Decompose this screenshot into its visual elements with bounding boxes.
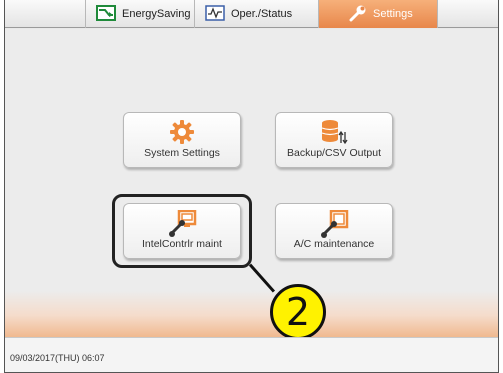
tab-settings-label: Settings [373, 8, 413, 20]
tab-energy-saving[interactable]: EnergySaving [85, 0, 194, 28]
system-settings-label: System Settings [144, 147, 220, 159]
tab-bar: EnergySaving Oper./Status Settings [5, 0, 498, 28]
ac-unit-wrench-icon [319, 209, 349, 241]
energy-saving-icon [96, 4, 116, 24]
pulse-chart-icon [205, 4, 225, 24]
tab-settings[interactable]: Settings [318, 0, 438, 28]
step-number-badge: 2 [270, 284, 326, 340]
selection-highlight [112, 194, 252, 268]
tab-oper-status-label: Oper./Status [231, 8, 293, 20]
backup-csv-button[interactable]: Backup/CSV Output [275, 112, 393, 168]
wrench-icon [349, 4, 367, 25]
status-bar: 09/03/2017(THU) 06:07 [5, 337, 498, 372]
settings-screen: EnergySaving Oper./Status Settings Syste… [4, 0, 499, 373]
backup-csv-label: Backup/CSV Output [287, 147, 381, 159]
tab-energy-saving-label: EnergySaving [122, 8, 191, 20]
date-time: 09/03/2017(THU) 06:07 [10, 353, 105, 363]
system-settings-button[interactable]: System Settings [123, 112, 241, 168]
gear-icon [169, 119, 195, 148]
ac-maintenance-button[interactable]: A/C maintenance [275, 203, 393, 259]
database-transfer-icon [320, 119, 348, 148]
callout-pointer [248, 263, 276, 293]
settings-menu-area: System Settings Backup/CSV Output IntelC… [5, 29, 498, 340]
tab-oper-status[interactable]: Oper./Status [194, 0, 318, 28]
